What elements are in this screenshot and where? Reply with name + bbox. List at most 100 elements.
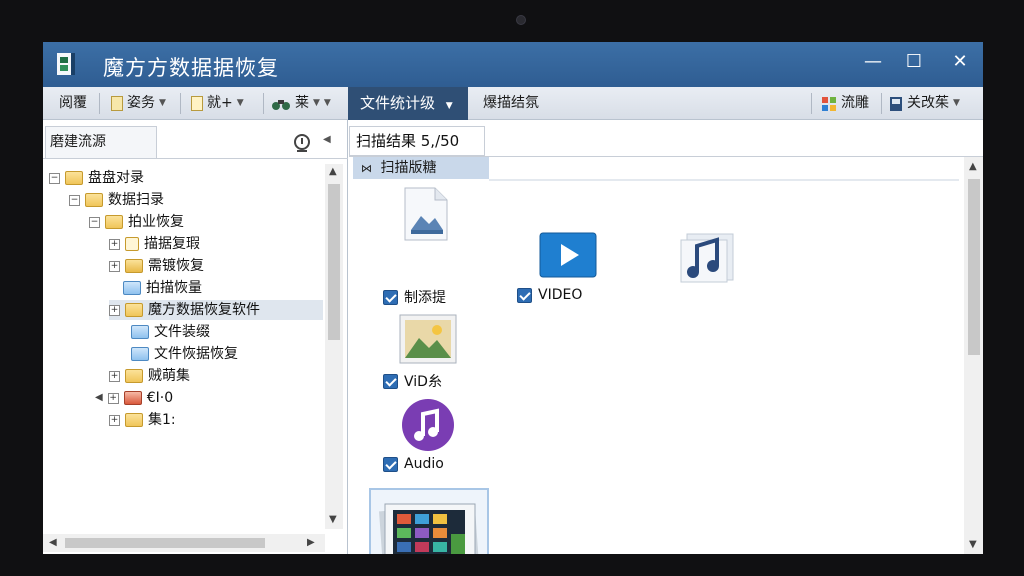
toolbar-item-3[interactable]: 就+ ▼ [191, 91, 244, 116]
folder-icon [123, 281, 141, 295]
expand-icon[interactable]: + [109, 414, 120, 426]
scroll-right-icon[interactable]: ▶ [307, 537, 315, 548]
disk-icon [890, 96, 902, 111]
scroll-up-icon[interactable]: ▲ [329, 166, 337, 177]
toolbar-item-2[interactable]: 姿务 ▼ [111, 91, 166, 116]
tree-node-label: €I·0 [146, 390, 174, 406]
photo-gallery-icon [379, 503, 479, 554]
checkbox-checked[interactable] [383, 456, 398, 472]
scrollbar-thumb[interactable] [65, 538, 265, 548]
chevron-down-icon: ▼ [159, 98, 166, 108]
scrollbar-thumb[interactable] [968, 179, 980, 355]
group-header[interactable]: ⋈ 扫描版糖 [353, 157, 489, 179]
expand-icon[interactable]: + [107, 392, 119, 404]
scan-results-tab[interactable]: 扫描结果 5,/50 [349, 126, 485, 156]
tree-node[interactable]: + 需镀恢复 [109, 256, 204, 276]
expand-icon[interactable]: + [109, 238, 120, 250]
checkbox-checked[interactable] [383, 373, 398, 389]
tree-node-selected[interactable]: + 魔方数据恢复软件 [109, 300, 323, 320]
scroll-left-icon[interactable]: ◀ [49, 537, 57, 548]
source-tab[interactable]: 磨建流源 [45, 126, 157, 158]
item-caption: ViD糸 [404, 374, 442, 390]
landscape-image-icon[interactable] [399, 314, 457, 364]
chevron-down-icon: ▼ [313, 98, 320, 108]
document-folder-icon [125, 237, 139, 251]
image-folder-icon [125, 259, 143, 273]
tree-node-label: 贼萌集 [148, 368, 190, 384]
result-item-2-caption[interactable]: VIDEO [517, 287, 582, 303]
maximize-button[interactable]: ☐ [899, 50, 929, 76]
scan-results-pane: 扫描结果 5,/50 ⋈ 扫描版糖 制添提 VIDEO ViD糸 Audio ▲… [349, 120, 983, 554]
toolbar-item-1[interactable]: 阅覆 [59, 91, 87, 116]
music-note-icon[interactable] [679, 228, 739, 284]
tree-node-label: 文件装缀 [154, 324, 210, 340]
scroll-up-icon[interactable]: ▲ [969, 161, 977, 172]
collapse-icon[interactable]: − [49, 172, 60, 184]
tree-node[interactable]: − 数据扫录 [69, 190, 164, 210]
tree-node[interactable]: ◀ + €I·0 [95, 388, 173, 408]
tree-node[interactable]: + 描据复瑕 [109, 234, 200, 254]
result-item-1-caption[interactable]: 制添提 [383, 287, 446, 307]
folder-icon [125, 369, 143, 383]
scroll-down-icon[interactable]: ▼ [329, 514, 337, 525]
page-icon [111, 96, 123, 111]
group-divider [489, 179, 959, 181]
expand-icon[interactable]: + [109, 370, 120, 382]
minimize-button[interactable]: — [858, 50, 888, 76]
close-button[interactable]: ✕ [945, 50, 975, 76]
scan-results-label: 爆描结氛 [483, 95, 539, 111]
video-play-icon[interactable] [539, 232, 597, 278]
file-stats-menu-button[interactable]: 文件统计级 ▼ [348, 87, 468, 120]
folder-icon [131, 347, 149, 361]
tree-node-label: 拍描恢量 [146, 280, 202, 296]
collapse-icon[interactable]: − [89, 216, 100, 228]
folder-icon [65, 171, 83, 185]
checkbox-checked[interactable] [383, 289, 398, 305]
folder-icon [125, 413, 143, 427]
toolbar-item-7[interactable]: 流雕 [821, 91, 869, 116]
app-window: 魔方方数据据恢复 — ☐ ✕ 阅覆 姿务 ▼ 就+ ▼ 莱 ▼ ▼ 文件统计级 … [43, 42, 983, 554]
image-file-icon[interactable] [401, 186, 451, 242]
tree-vertical-scrollbar[interactable]: ▲ ▼ [325, 164, 343, 529]
tree-node-label: 文件恢据恢复 [154, 346, 238, 362]
tree-node[interactable]: + 集1: [109, 410, 176, 430]
audio-note-icon[interactable] [401, 398, 455, 452]
tree-node-label: 盘盘对录 [88, 170, 144, 186]
result-item-5-caption[interactable]: Audio [383, 456, 444, 472]
chevron-down-icon: ▼ [323, 98, 331, 108]
checkbox-checked[interactable] [517, 287, 532, 303]
tree-horizontal-scrollbar[interactable]: ◀ ▶ [43, 534, 325, 552]
tree-node[interactable]: 文件恢据恢复 [131, 344, 238, 364]
toolbar-separator [180, 93, 181, 114]
toolbar-separator [263, 93, 264, 114]
scroll-down-icon[interactable]: ▼ [969, 539, 977, 550]
toolbar-item-1-label: 阅覆 [59, 95, 87, 111]
folder-icon [105, 215, 123, 229]
tree-node[interactable]: − 拍业恢复 [89, 212, 184, 232]
result-item-4-caption[interactable]: ViD糸 [383, 371, 442, 391]
toolbar-separator [99, 93, 100, 114]
item-caption: Audio [404, 456, 444, 472]
collapse-pane-icon[interactable]: ◀ [323, 134, 331, 145]
results-vertical-scrollbar[interactable]: ▲ ▼ [964, 157, 983, 554]
scan-results-button[interactable]: 爆描结氛 [483, 91, 539, 116]
selected-result-item[interactable] [369, 488, 489, 554]
location-pin-icon[interactable] [292, 133, 312, 153]
collapse-icon[interactable]: − [69, 194, 80, 206]
toolbar-item-2-label: 姿务 [127, 95, 155, 111]
tree-node[interactable]: − 盘盘对录 [49, 168, 144, 188]
toolbar-item-3-label: 就+ [207, 95, 233, 111]
collapse-group-icon[interactable]: ⋈ [361, 162, 372, 175]
tree-node-label: 集1: [148, 412, 176, 428]
chevron-left-icon[interactable]: ◀ [95, 388, 103, 408]
expand-icon[interactable]: + [109, 304, 120, 316]
toolbar-item-8[interactable]: 关改茱 ▼ [889, 91, 960, 116]
tree-node[interactable]: + 贼萌集 [109, 366, 190, 386]
tree-node-label: 拍业恢复 [128, 214, 184, 230]
tree-node[interactable]: 文件装缀 [131, 322, 210, 342]
expand-icon[interactable]: + [109, 260, 120, 272]
tree-node[interactable]: 拍描恢量 [123, 278, 202, 298]
window-title: 魔方方数据据恢复 [103, 56, 279, 80]
toolbar-item-4[interactable]: 莱 ▼ ▼ [271, 91, 331, 116]
scrollbar-thumb[interactable] [328, 184, 340, 340]
